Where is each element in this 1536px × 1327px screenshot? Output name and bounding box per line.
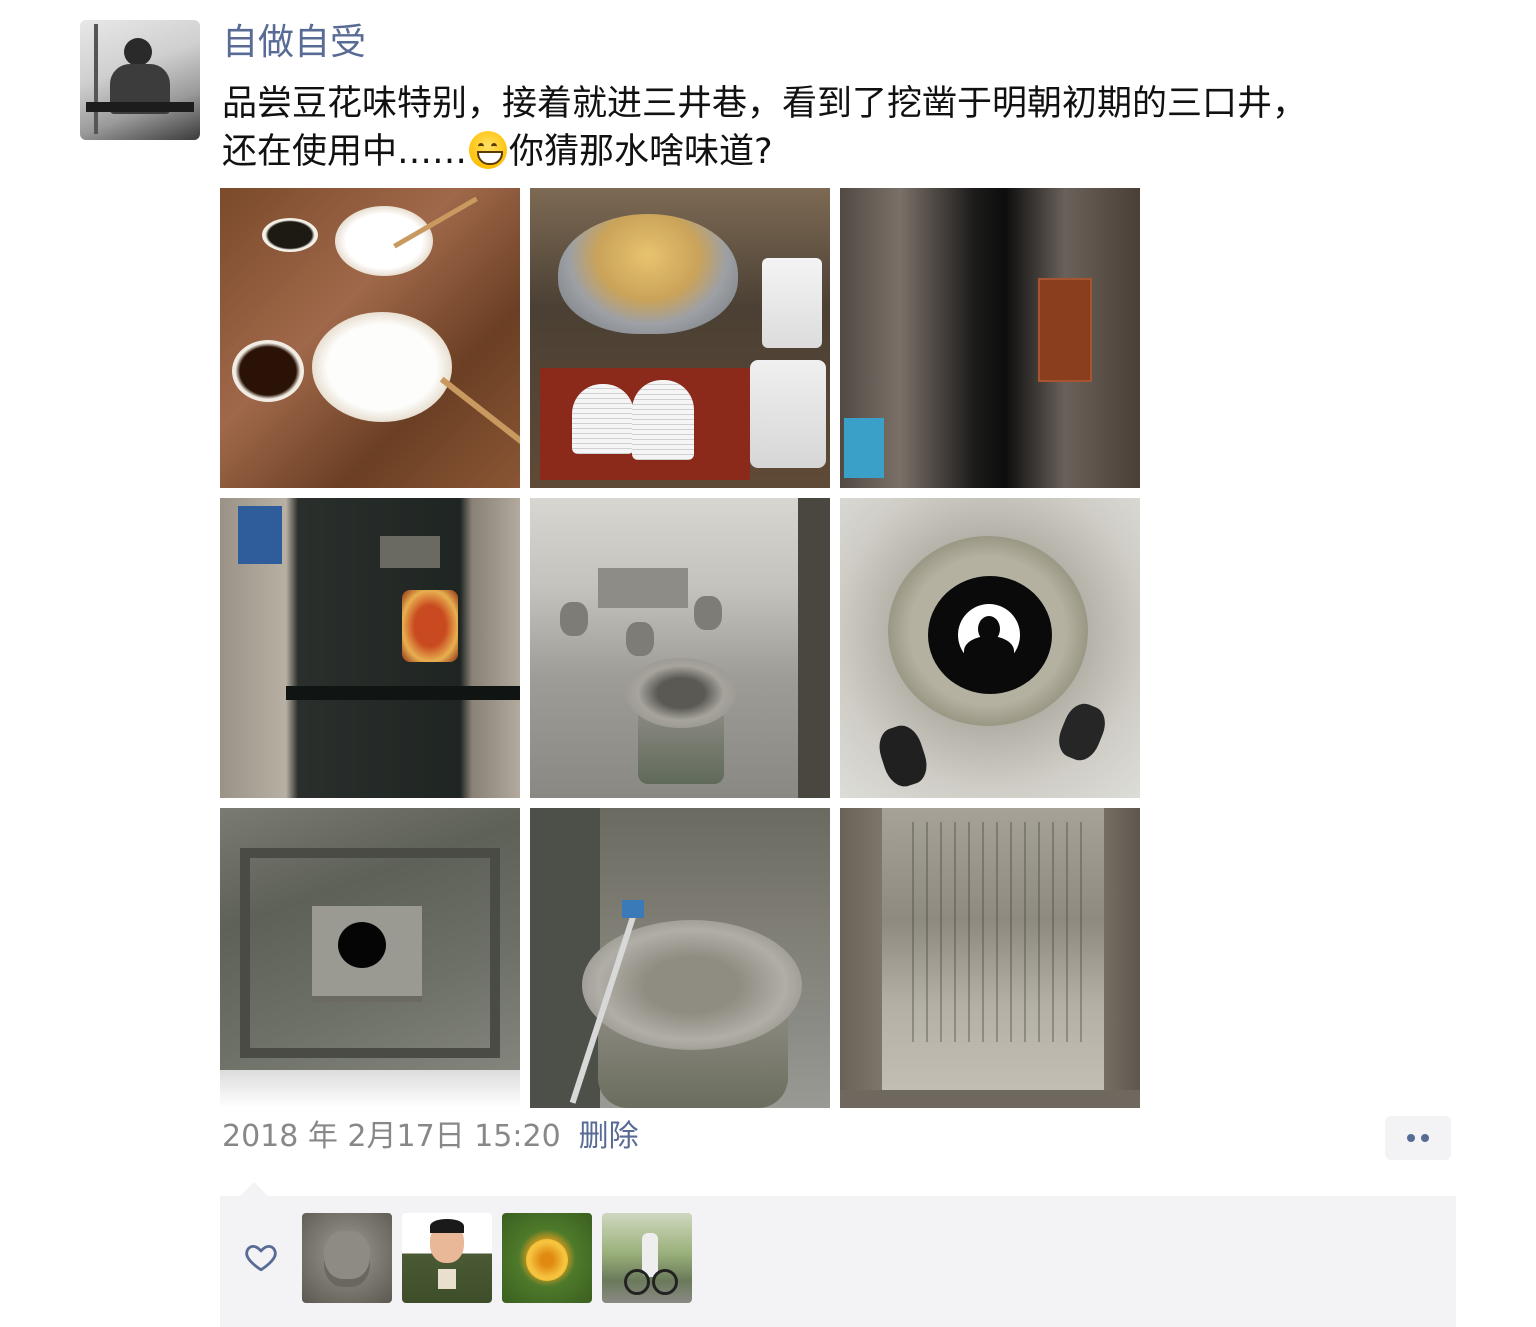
- photo-stone-tablet[interactable]: [840, 808, 1140, 1108]
- photo-grid: [220, 188, 1140, 1108]
- delete-link[interactable]: 删除: [579, 1119, 639, 1154]
- avatar-head-shape: [124, 38, 152, 66]
- post-text-line2-start: 还在使用中……: [222, 132, 468, 172]
- liker-avatar-stone-face[interactable]: [302, 1213, 392, 1303]
- post-text-line1: 品尝豆花味特别，接着就进三井巷，看到了挖凿于明朝初期的三口井，: [222, 84, 1308, 124]
- avatar-bench-shape: [86, 102, 194, 112]
- post-meta: 2018 年 2月17日 15:20 删除: [222, 1116, 639, 1158]
- liker-avatar-cyclist[interactable]: [602, 1213, 692, 1303]
- liker-avatar-uniform-man[interactable]: [402, 1213, 492, 1303]
- photo-old-door[interactable]: [220, 498, 520, 798]
- author-name[interactable]: 自做自受: [222, 20, 366, 66]
- avatar-pole-shape: [94, 24, 98, 134]
- photo-round-well[interactable]: [530, 808, 830, 1108]
- liker-avatar-yellow-flower[interactable]: [502, 1213, 592, 1303]
- heart-outline-icon: [245, 1244, 277, 1272]
- photo-well-reflection[interactable]: [840, 498, 1140, 798]
- grinning-face-icon: [469, 131, 508, 169]
- photo-pot-and-plates[interactable]: [530, 188, 830, 488]
- photo-tofu-bowls[interactable]: [220, 188, 520, 488]
- photo-square-well[interactable]: [220, 808, 520, 1108]
- photo-narrow-alley[interactable]: [840, 188, 1140, 488]
- more-dots-icon: [1421, 1134, 1429, 1142]
- moments-post: 自做自受 品尝豆花味特别，接着就进三井巷，看到了挖凿于明朝初期的三口井， 还在使…: [0, 0, 1536, 1327]
- post-text: 品尝豆花味特别，接着就进三井巷，看到了挖凿于明朝初期的三口井， 还在使用中…… 你…: [222, 80, 1472, 176]
- likes-panel: [220, 1182, 1456, 1327]
- post-text-line2-end: 你猜那水啥味道?: [509, 132, 773, 172]
- more-actions-button[interactable]: [1385, 1116, 1451, 1160]
- post-timestamp: 2018 年 2月17日 15:20: [222, 1119, 561, 1154]
- photo-courtyard-well[interactable]: [530, 498, 830, 798]
- more-dots-icon: [1407, 1134, 1415, 1142]
- author-avatar[interactable]: [80, 20, 200, 140]
